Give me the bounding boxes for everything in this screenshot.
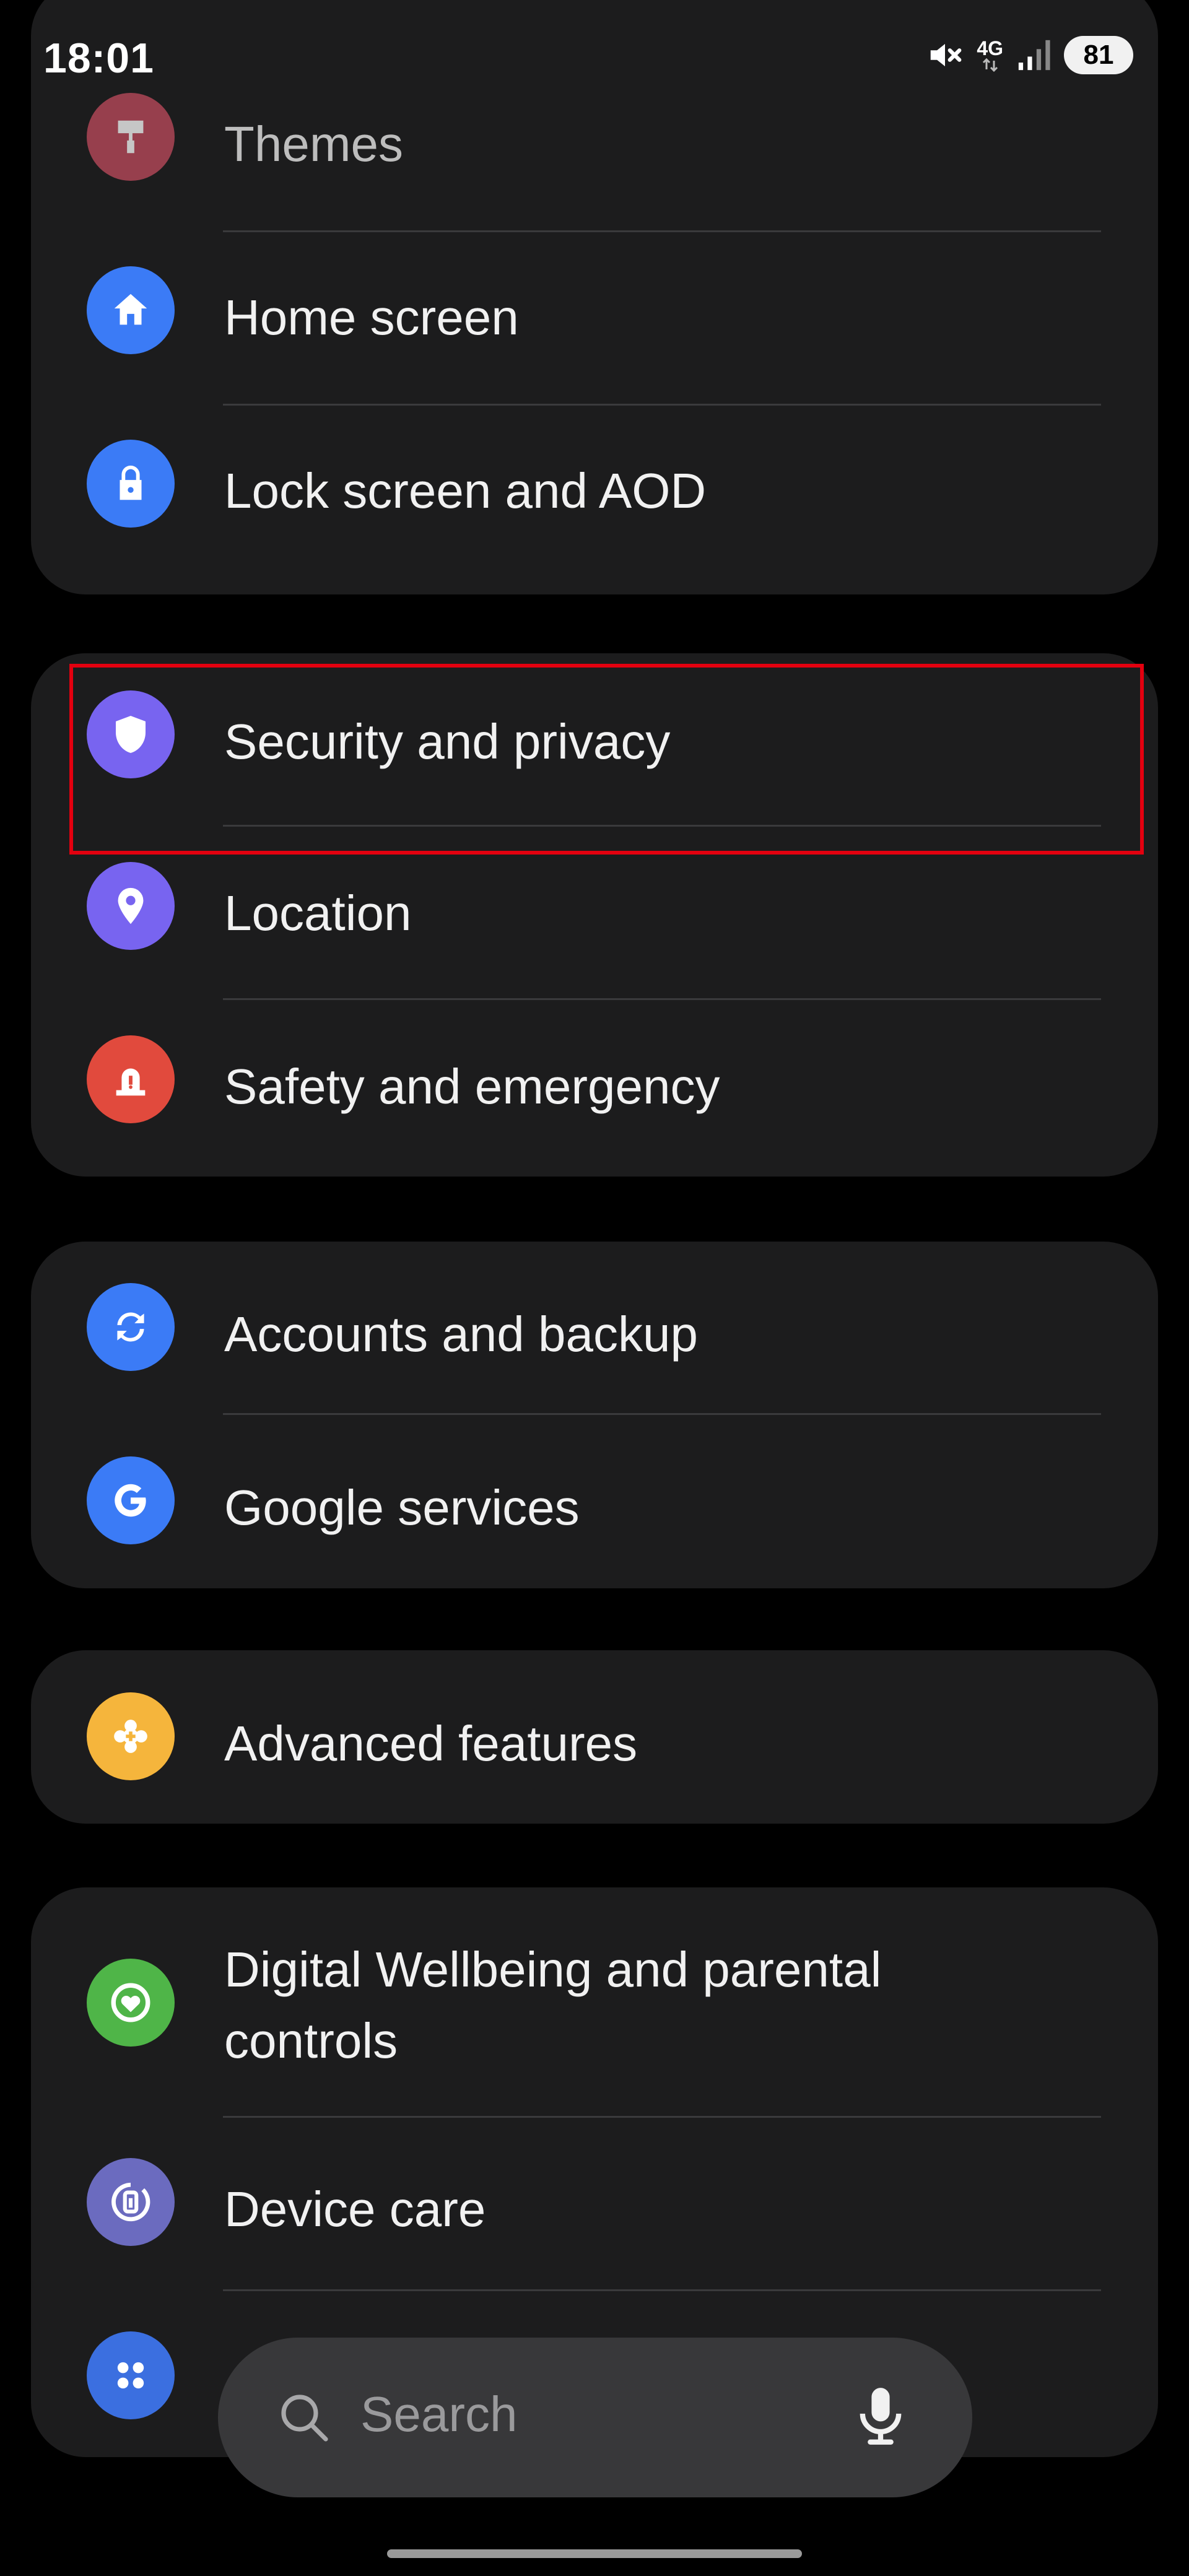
settings-item-label: Location [224,886,412,941]
settings-item-label: Advanced features [224,1716,638,1771]
lock-icon [87,440,175,528]
settings-item-accounts-backup[interactable]: Accounts and backup [31,1242,1158,1415]
settings-item-advanced-features[interactable]: Advanced features [31,1650,1158,1824]
home-icon [87,266,175,354]
search-bar[interactable]: Search [218,2338,972,2497]
settings-item-label: Accounts and backup [224,1307,698,1362]
location-pin-icon [87,862,175,950]
settings-item-google-services[interactable]: Google services [31,1415,1158,1588]
settings-item-digital-wellbeing[interactable]: Digital Wellbeing and parental controls [31,1887,1158,2118]
search-icon [275,2388,334,2451]
4g-data-icon: 4G [977,38,1003,72]
highlight-box [69,664,1144,855]
emergency-siren-icon [87,1035,175,1123]
settings-item-lock-screen[interactable]: Lock screen and AOD [31,406,1158,579]
status-icons: 4G 81 [926,36,1133,74]
wellbeing-heart-icon [87,1959,175,2047]
puzzle-gear-icon [87,1692,175,1780]
settings-group-advanced: Advanced features [31,1650,1158,1824]
microphone-icon[interactable] [850,2382,912,2453]
settings-item-label: Google services [224,1480,580,1535]
settings-item-label: Safety and emergency [224,1059,720,1114]
settings-group-accounts: Accounts and backup Google services [31,1242,1158,1588]
status-bar: 18:01 4G 81 [0,0,1189,124]
battery-level: 81 [1083,40,1114,70]
search-input[interactable]: Search [360,2386,517,2443]
device-care-icon [87,2158,175,2246]
settings-item-label: Digital Wellbeing and parental controls [224,1942,882,2068]
battery-icon: 81 [1064,36,1133,74]
signal-icon [1016,37,1052,73]
status-time: 18:01 [43,35,154,82]
settings-screen: 18:01 4G 81 Themes Home screen Lock scre… [0,0,1189,2576]
sync-icon [87,1283,175,1371]
settings-item-label: Lock screen and AOD [224,463,707,518]
apps-grid-icon [87,2331,175,2419]
settings-item-device-care[interactable]: Device care [31,2118,1158,2291]
navigation-handle[interactable] [387,2549,802,2558]
settings-item-label: Device care [224,2182,486,2237]
settings-item-label: Home screen [224,290,519,345]
mute-icon [926,36,964,74]
settings-item-safety-emergency[interactable]: Safety and emergency [31,1000,1158,1173]
google-g-icon [87,1456,175,1544]
settings-item-home-screen[interactable]: Home screen [31,232,1158,406]
